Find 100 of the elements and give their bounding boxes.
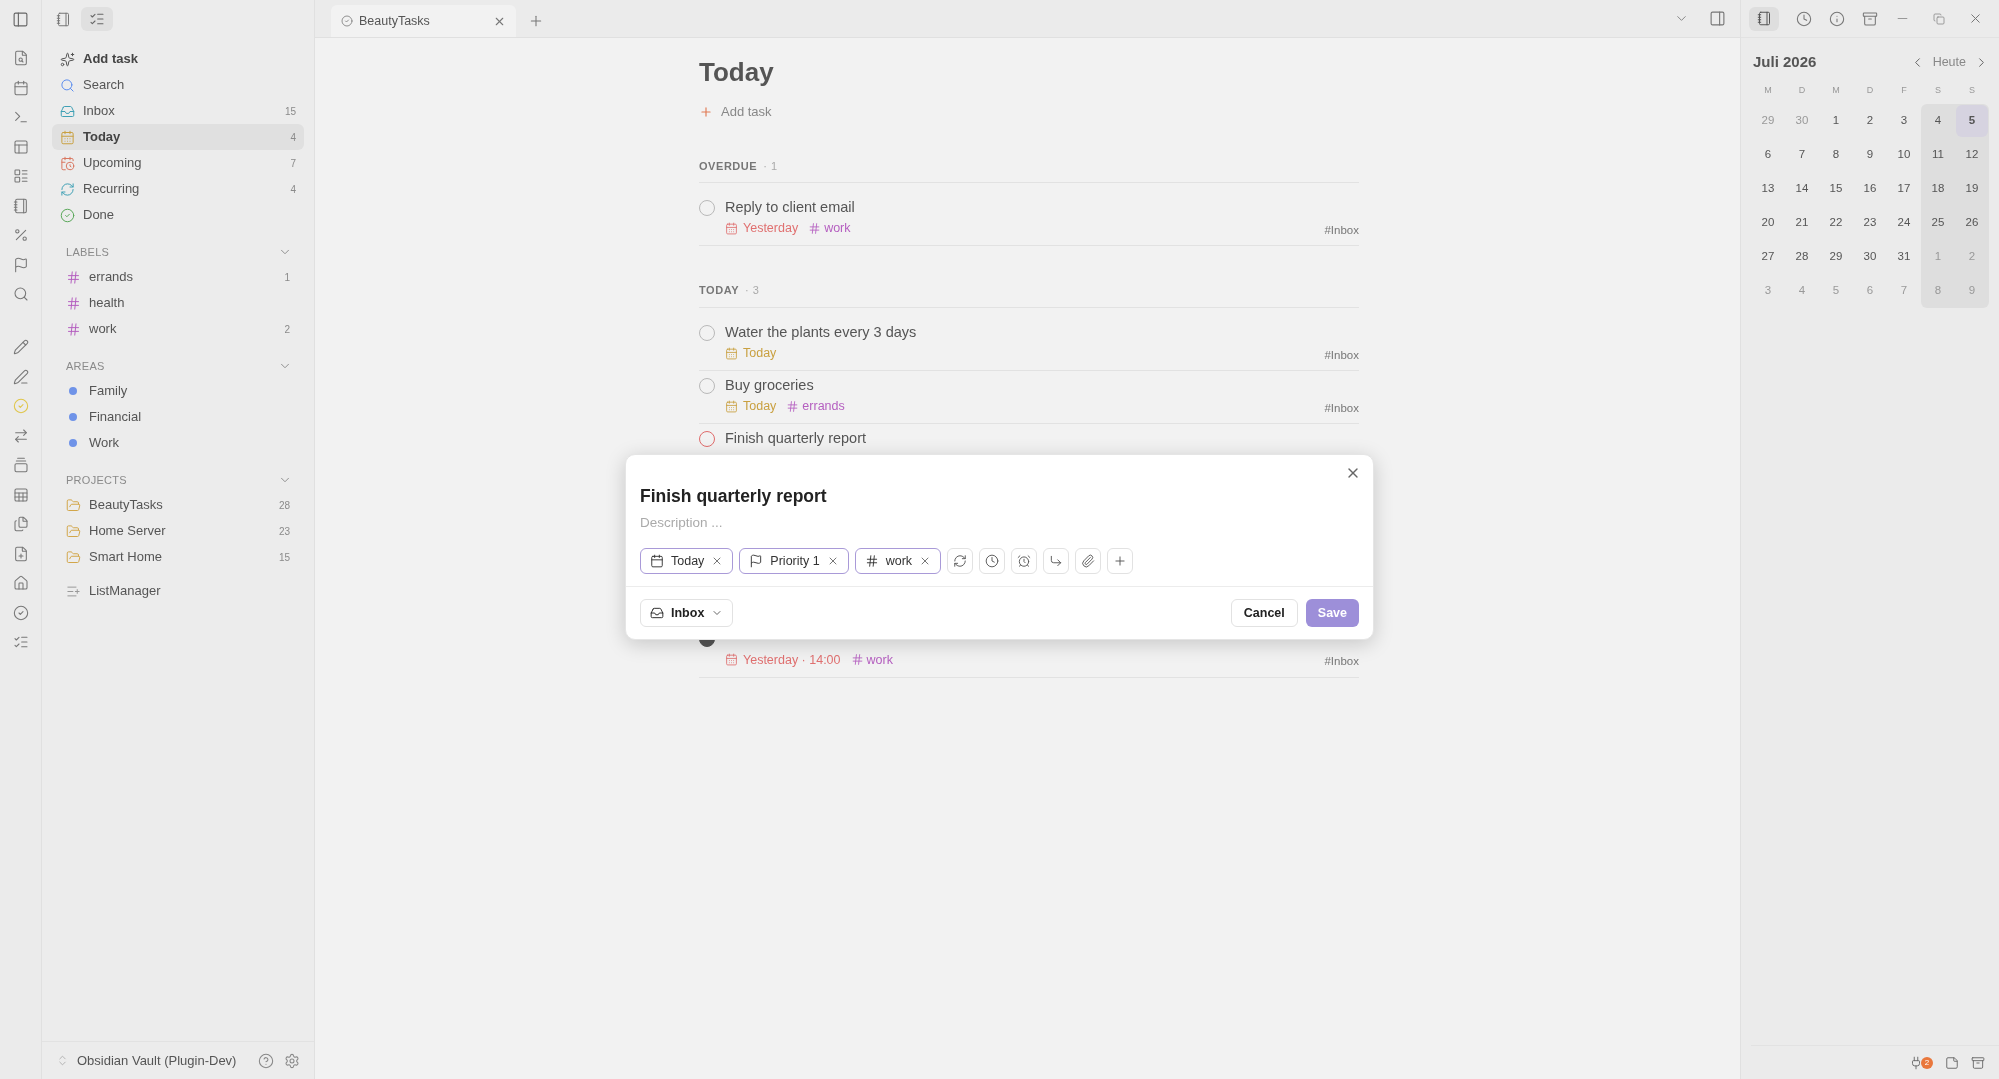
restore-icon[interactable] [1933,12,1945,25]
calendar-day[interactable]: 21 [1786,207,1818,239]
sidebar-item[interactable]: errands 1 [52,264,304,290]
nav-item[interactable]: Today 4 [52,124,304,150]
tray-icon[interactable] [1971,1055,1985,1070]
calendar-day[interactable]: 10 [1888,139,1920,171]
new-tab-icon[interactable] [528,13,544,29]
calendar-day[interactable]: 3 [1888,105,1920,137]
description-field[interactable]: Description ... [640,513,1359,534]
layout-icon[interactable] [12,138,29,155]
pencil-icon[interactable] [12,339,29,355]
attachment-button[interactable] [1075,548,1102,575]
calendar-day[interactable]: 29 [1820,241,1852,273]
calendar-day[interactable]: 5 [1956,105,1988,137]
swap-arrows-icon[interactable] [12,427,29,444]
nav-item[interactable]: Upcoming 7 [52,150,304,176]
terminal-icon[interactable] [12,109,29,125]
clock-button[interactable] [979,548,1006,575]
nav-item[interactable]: Done [52,202,304,228]
sidebar-item[interactable]: Work [52,430,304,456]
calendar-day[interactable]: 7 [1786,139,1818,171]
files-icon[interactable] [12,516,29,532]
sidebar-item[interactable]: Family [52,378,304,404]
notebook-icon[interactable] [56,11,71,27]
sidebar-toggle-icon[interactable] [12,10,29,28]
calendar-view-button[interactable] [1749,6,1779,31]
list-layout-icon[interactable] [12,168,29,184]
add-task-button[interactable]: Add task [699,102,772,122]
alarm-button[interactable] [1011,548,1038,575]
calendar-day[interactable]: 11 [1922,139,1954,171]
info-icon[interactable] [1829,10,1845,27]
percent-icon[interactable] [12,227,29,243]
nav-item[interactable]: Search [52,72,304,98]
sidebar-item[interactable]: BeautyTasks 28 [52,492,304,518]
calendar-day[interactable]: 6 [1752,139,1784,171]
search-icon[interactable] [12,286,29,302]
close-icon[interactable] [1968,11,1983,26]
note-icon[interactable] [1945,1055,1959,1070]
calendar-day[interactable]: 14 [1786,173,1818,205]
calendar-day[interactable]: 16 [1854,173,1886,205]
calendar-day[interactable]: 20 [1752,207,1784,239]
calendar-day[interactable]: 28 [1786,241,1818,273]
sidebar-item[interactable]: Home Server 23 [52,518,304,544]
help-icon[interactable] [258,1052,274,1069]
calendar-day[interactable]: 17 [1888,173,1920,205]
check-circle-icon[interactable] [12,604,29,621]
tab[interactable]: BeautyTasks [331,5,516,37]
calendar-day[interactable]: 30 [1854,241,1886,273]
subtask-button[interactable] [1043,548,1070,575]
calendar-day[interactable]: 25 [1922,207,1954,239]
calendar-day[interactable]: 2 [1854,105,1886,137]
calendar-day[interactable]: 15 [1820,173,1852,205]
chip[interactable]: Today [640,548,734,575]
sidebar-item[interactable]: Smart Home 15 [52,544,304,570]
nav-item[interactable]: Inbox 15 [52,98,304,124]
sidebar-item[interactable]: work 2 [52,316,304,342]
table-icon[interactable] [12,486,29,503]
calendar-day[interactable]: 8 [1820,139,1852,171]
calendar-day[interactable]: 13 [1752,173,1784,205]
chip[interactable]: Priority 1 [739,548,849,575]
notebook-icon[interactable] [12,197,29,214]
gallery-icon[interactable] [12,457,29,473]
calendar-day[interactable]: 22 [1820,207,1852,239]
calendar-day[interactable]: 18 [1922,173,1954,205]
settings-icon[interactable] [284,1052,300,1069]
home-icon[interactable] [12,575,29,591]
sidebar-item[interactable]: Financial [52,404,304,430]
calendar-day[interactable]: 24 [1888,207,1920,239]
clock-icon[interactable] [1796,10,1812,27]
tasks-view-button[interactable] [81,7,113,31]
file-plus-icon[interactable] [12,545,29,562]
calendar-day[interactable]: 26 [1956,207,1988,239]
nav-item[interactable]: Recurring 4 [52,176,304,202]
sidebar-item[interactable]: ListManager [52,578,304,604]
sidebar-item[interactable]: health [52,290,304,316]
calendar-day[interactable]: 19 [1956,173,1988,205]
calendar-day[interactable]: 23 [1854,207,1886,239]
chip[interactable]: work [854,548,942,575]
calendar-day[interactable]: 1 [1820,105,1852,137]
nav-item[interactable]: Add task [52,46,304,72]
add-button[interactable] [1107,548,1134,575]
calendar-day[interactable]: 4 [1922,105,1954,137]
calendar-day[interactable]: 12 [1956,139,1988,171]
file-search-icon[interactable] [12,50,29,66]
calendar-day[interactable]: 27 [1752,241,1784,273]
calendar-day[interactable]: 31 [1888,241,1920,273]
repeat-button[interactable] [947,548,974,575]
cancel-button[interactable]: Cancel [1230,599,1298,628]
vault-name[interactable]: Obsidian Vault (Plugin-Dev) [77,1050,258,1071]
calendar-icon[interactable] [12,79,29,96]
right-sidebar-toggle-icon[interactable] [1709,9,1726,27]
pen-line-icon[interactable] [12,368,29,385]
project-dropdown[interactable]: Inbox [640,599,734,628]
archive-icon[interactable] [1862,10,1878,27]
calendar-day[interactable]: 9 [1854,139,1886,171]
project-label: #Inbox [1324,654,1359,670]
checklist-icon[interactable] [12,634,29,650]
check-circle-icon[interactable] [12,398,29,414]
task-title-field[interactable]: Finish quarterly report [640,483,1359,510]
flag-icon[interactable] [12,256,29,273]
